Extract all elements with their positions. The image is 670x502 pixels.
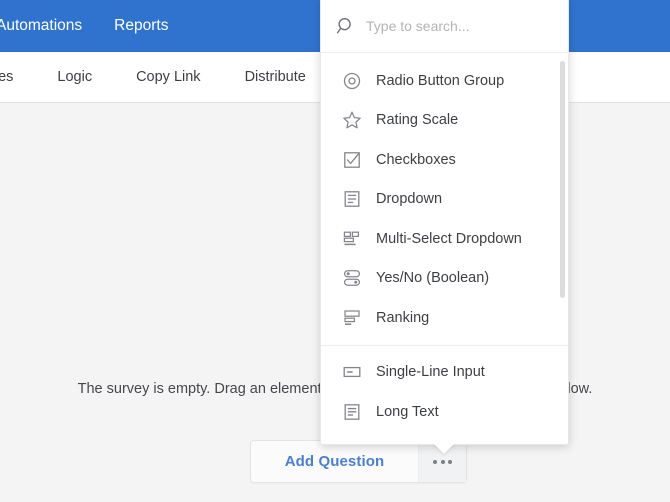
dropdown-item-label: Checkboxes <box>376 151 456 168</box>
dropdown-item-label: Rating Scale <box>376 112 459 129</box>
app-root: Automations Reports mes Logic Copy Link … <box>0 0 670 502</box>
dropdown-item-long-text[interactable]: Long Text <box>321 392 568 432</box>
dropdown-item-label: Radio Button Group <box>376 72 505 89</box>
dropdown-scrollbar-thumb[interactable] <box>560 61 565 298</box>
long-text-icon <box>344 403 360 420</box>
dropdown-group-divider <box>321 344 568 346</box>
tab-logic[interactable]: Logic <box>35 52 114 102</box>
dropdown-list-icon <box>344 191 360 208</box>
dropdown-item-label: Dropdown <box>376 191 443 208</box>
ranking-icon <box>344 310 360 325</box>
dropdown-item-rating-scale[interactable]: Rating Scale <box>321 101 568 141</box>
dropdown-item-checkboxes[interactable]: Checkboxes <box>321 140 568 180</box>
dropdown-pointer-arrow <box>433 443 455 454</box>
dropdown-item-yes-no-boolean[interactable]: Yes/No (Boolean) <box>321 259 568 299</box>
toggle-switch-icon <box>343 270 361 287</box>
dropdown-item-dropdown[interactable]: Dropdown <box>321 180 568 220</box>
search-input[interactable] <box>366 17 554 34</box>
topnav-item-automations[interactable]: Automations <box>0 0 98 52</box>
radio-button-icon <box>343 72 361 89</box>
dropdown-item-label: Yes/No (Boolean) <box>376 270 490 287</box>
question-type-list: Radio Button Group Rating Scale Checkbox… <box>321 53 568 444</box>
ellipsis-icon <box>433 459 452 464</box>
search-icon <box>336 17 351 33</box>
checkbox-icon <box>344 151 360 168</box>
dropdown-item-ranking[interactable]: Ranking <box>321 298 568 338</box>
star-icon <box>343 111 361 129</box>
dropdown-item-label: Single-Line Input <box>376 364 485 381</box>
tab-copy-link[interactable]: Copy Link <box>114 52 222 102</box>
dropdown-item-label: Ranking <box>376 309 430 326</box>
dropdown-item-single-line-input[interactable]: Single-Line Input <box>321 353 568 393</box>
dropdown-item-label: Multi-Select Dropdown <box>376 230 522 247</box>
tab-themes[interactable]: mes <box>0 52 35 102</box>
multi-select-icon <box>343 231 360 245</box>
tab-distribute[interactable]: Distribute <box>223 52 328 102</box>
question-type-dropdown: Radio Button Group Rating Scale Checkbox… <box>320 0 569 454</box>
topnav-item-reports[interactable]: Reports <box>98 0 184 52</box>
dropdown-item-multi-select-dropdown[interactable]: Multi-Select Dropdown <box>321 219 568 259</box>
add-question-button[interactable]: Add Question <box>251 441 418 482</box>
dropdown-search-row <box>321 0 568 53</box>
dropdown-item-label: Long Text <box>376 403 439 420</box>
single-line-input-icon <box>343 367 361 378</box>
dropdown-item-radio-button-group[interactable]: Radio Button Group <box>321 61 568 101</box>
